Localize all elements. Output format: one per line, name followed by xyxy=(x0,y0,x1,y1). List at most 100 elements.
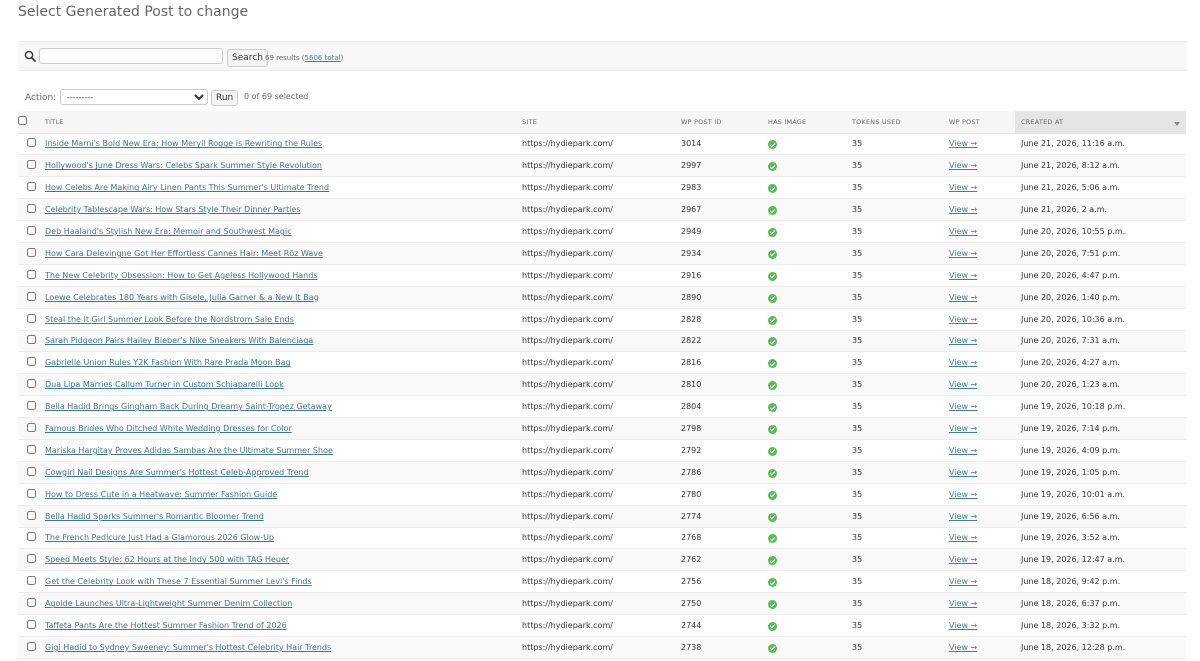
table-row[interactable]: How Cara Delevingne Got Her Effortless C… xyxy=(18,242,1186,265)
row-checkbox[interactable] xyxy=(27,357,36,367)
table-row[interactable]: Cowgirl Nail Designs Are Summer's Hottes… xyxy=(18,461,1186,484)
search-input[interactable] xyxy=(39,48,223,64)
view-post-link[interactable]: View → xyxy=(949,577,977,586)
post-title-link[interactable]: The French Pedicure Just Had a Glamorous… xyxy=(45,533,274,542)
post-title-link[interactable]: Steal the It Girl Summer Look Before the… xyxy=(45,315,294,324)
row-checkbox[interactable] xyxy=(27,598,36,608)
table-row[interactable]: Dua Lipa Marries Callum Turner in Custom… xyxy=(18,373,1186,397)
post-title-link[interactable]: The New Celebrity Obsession: How to Get … xyxy=(45,271,317,280)
row-checkbox[interactable] xyxy=(27,401,36,411)
post-title-link[interactable]: How to Dress Cute in a Heatwave: Summer … xyxy=(45,490,277,499)
row-checkbox[interactable] xyxy=(27,335,36,345)
sort-descending-icon[interactable] xyxy=(1174,122,1180,126)
row-checkbox[interactable] xyxy=(27,160,36,170)
post-title-link[interactable]: Cowgirl Nail Designs Are Summer's Hottes… xyxy=(45,468,309,477)
table-row[interactable]: How to Dress Cute in a Heatwave: Summer … xyxy=(18,483,1186,506)
post-title-link[interactable]: Famous Brides Who Ditched White Wedding … xyxy=(45,424,292,433)
row-checkbox[interactable] xyxy=(27,554,36,564)
post-title-link[interactable]: Gabrielle Union Rules Y2K Fashion With R… xyxy=(45,358,291,367)
row-checkbox[interactable] xyxy=(27,379,36,389)
table-row[interactable]: Agolde Launches Ultra-Lightweight Summer… xyxy=(18,592,1186,616)
view-post-link[interactable]: View → xyxy=(949,468,977,477)
view-post-link[interactable]: View → xyxy=(949,599,977,608)
row-checkbox[interactable] xyxy=(27,641,36,651)
row-checkbox[interactable] xyxy=(27,182,36,192)
post-title-link[interactable]: How Cara Delevingne Got Her Effortless C… xyxy=(45,249,323,258)
table-row[interactable]: Sarah Pidgeon Pairs Hailey Bieber's Nike… xyxy=(18,330,1186,353)
select-all-checkbox[interactable] xyxy=(18,116,27,126)
row-checkbox[interactable] xyxy=(27,444,36,454)
view-post-link[interactable]: View → xyxy=(949,446,977,455)
view-post-link[interactable]: View → xyxy=(949,533,977,542)
view-post-link[interactable]: View → xyxy=(949,621,977,630)
post-title-link[interactable]: Sarah Pidgeon Pairs Hailey Bieber's Nike… xyxy=(45,336,313,345)
table-row[interactable]: Get the Celebrity Look with These 7 Esse… xyxy=(18,570,1186,594)
view-post-link[interactable]: View → xyxy=(949,139,977,148)
table-row[interactable]: Speed Meets Style: 62 Hours at the Indy … xyxy=(18,548,1186,572)
show-all-total-link[interactable]: 5606 total xyxy=(305,54,341,62)
column-header-wp-post-id[interactable]: WP POST ID xyxy=(681,111,768,134)
row-checkbox[interactable] xyxy=(27,226,36,235)
row-checkbox[interactable] xyxy=(27,269,36,279)
table-row[interactable]: Gigi Hadid to Sydney Sweeney: Summer's H… xyxy=(18,636,1186,659)
view-post-link[interactable]: View → xyxy=(949,643,977,652)
view-post-link[interactable]: View → xyxy=(949,161,977,170)
post-title-link[interactable]: Bella Hadid Sparks Summer's Romantic Blo… xyxy=(45,512,264,521)
row-checkbox[interactable] xyxy=(27,138,36,148)
view-post-link[interactable]: View → xyxy=(949,249,977,258)
post-title-link[interactable]: Loewe Celebrates 180 Years with Gisele, … xyxy=(45,293,319,302)
view-post-link[interactable]: View → xyxy=(949,424,977,433)
post-title-link[interactable]: Get the Celebrity Look with These 7 Esse… xyxy=(45,577,312,586)
view-post-link[interactable]: View → xyxy=(949,205,977,214)
table-row[interactable]: Inside Marni's Bold New Era: How Meryll … xyxy=(18,133,1186,156)
view-post-link[interactable]: View → xyxy=(949,293,977,302)
post-title-link[interactable]: Mariska Hargitay Proves Adidas Sambas Ar… xyxy=(45,446,333,455)
table-row[interactable]: Celebrity Tablescape Wars: How Stars Sty… xyxy=(18,198,1186,222)
run-button[interactable]: Run xyxy=(211,90,239,106)
action-select[interactable]: --------- xyxy=(60,89,208,105)
table-row[interactable]: Steal the It Girl Summer Look Before the… xyxy=(18,308,1186,331)
column-header-title[interactable]: TITLE xyxy=(45,111,522,134)
post-title-link[interactable]: Gigi Hadid to Sydney Sweeney: Summer's H… xyxy=(45,643,331,652)
view-post-link[interactable]: View → xyxy=(949,512,977,521)
row-checkbox[interactable] xyxy=(27,576,36,586)
table-row[interactable]: Hollywood's June Dress Wars: Celebs Spar… xyxy=(18,154,1186,178)
table-row[interactable]: Taffeta Pants Are the Hottest Summer Fas… xyxy=(18,614,1186,637)
post-title-link[interactable]: Agolde Launches Ultra-Lightweight Summer… xyxy=(45,599,292,608)
view-post-link[interactable]: View → xyxy=(949,336,977,345)
column-header-has-image[interactable]: HAS IMAGE xyxy=(768,111,852,134)
search-button[interactable]: Search xyxy=(227,49,268,67)
row-checkbox[interactable] xyxy=(27,488,36,498)
row-checkbox[interactable] xyxy=(27,532,36,542)
table-row[interactable]: Loewe Celebrates 180 Years with Gisele, … xyxy=(18,286,1186,309)
view-post-link[interactable]: View → xyxy=(949,358,977,367)
view-post-link[interactable]: View → xyxy=(949,227,977,236)
table-row[interactable]: The French Pedicure Just Had a Glamorous… xyxy=(18,527,1186,550)
column-header-tokens-used[interactable]: TOKENS USED xyxy=(852,111,949,134)
post-title-link[interactable]: Bella Hadid Brings Gingham Back During D… xyxy=(45,402,332,411)
row-checkbox[interactable] xyxy=(27,291,36,301)
table-row[interactable]: Deb Haaland's Stylish New Era: Memoir an… xyxy=(18,220,1186,243)
column-header-site[interactable]: SITE xyxy=(522,111,681,134)
table-row[interactable]: Bella Hadid Brings Gingham Back During D… xyxy=(18,395,1186,419)
row-checkbox[interactable] xyxy=(27,510,36,520)
view-post-link[interactable]: View → xyxy=(949,380,977,389)
row-checkbox[interactable] xyxy=(27,204,36,214)
view-post-link[interactable]: View → xyxy=(949,490,977,499)
post-title-link[interactable]: How Celebs Are Making Airy Linen Pants T… xyxy=(45,183,329,192)
table-row[interactable]: The New Celebrity Obsession: How to Get … xyxy=(18,264,1186,287)
row-checkbox[interactable] xyxy=(27,313,36,323)
table-row[interactable]: Famous Brides Who Ditched White Wedding … xyxy=(18,417,1186,440)
post-title-link[interactable]: Speed Meets Style: 62 Hours at the Indy … xyxy=(45,555,289,564)
post-title-link[interactable]: Deb Haaland's Stylish New Era: Memoir an… xyxy=(45,227,292,236)
view-post-link[interactable]: View → xyxy=(949,402,977,411)
post-title-link[interactable]: Dua Lipa Marries Callum Turner in Custom… xyxy=(45,380,284,389)
table-row[interactable]: Bella Hadid Sparks Summer's Romantic Blo… xyxy=(18,505,1186,528)
post-title-link[interactable]: Inside Marni's Bold New Era: How Meryll … xyxy=(45,139,322,148)
view-post-link[interactable]: View → xyxy=(949,315,977,324)
table-row[interactable]: How Celebs Are Making Airy Linen Pants T… xyxy=(18,176,1186,200)
view-post-link[interactable]: View → xyxy=(949,183,977,192)
post-title-link[interactable]: Celebrity Tablescape Wars: How Stars Sty… xyxy=(45,205,300,214)
row-checkbox[interactable] xyxy=(27,423,36,433)
row-checkbox[interactable] xyxy=(27,247,36,257)
